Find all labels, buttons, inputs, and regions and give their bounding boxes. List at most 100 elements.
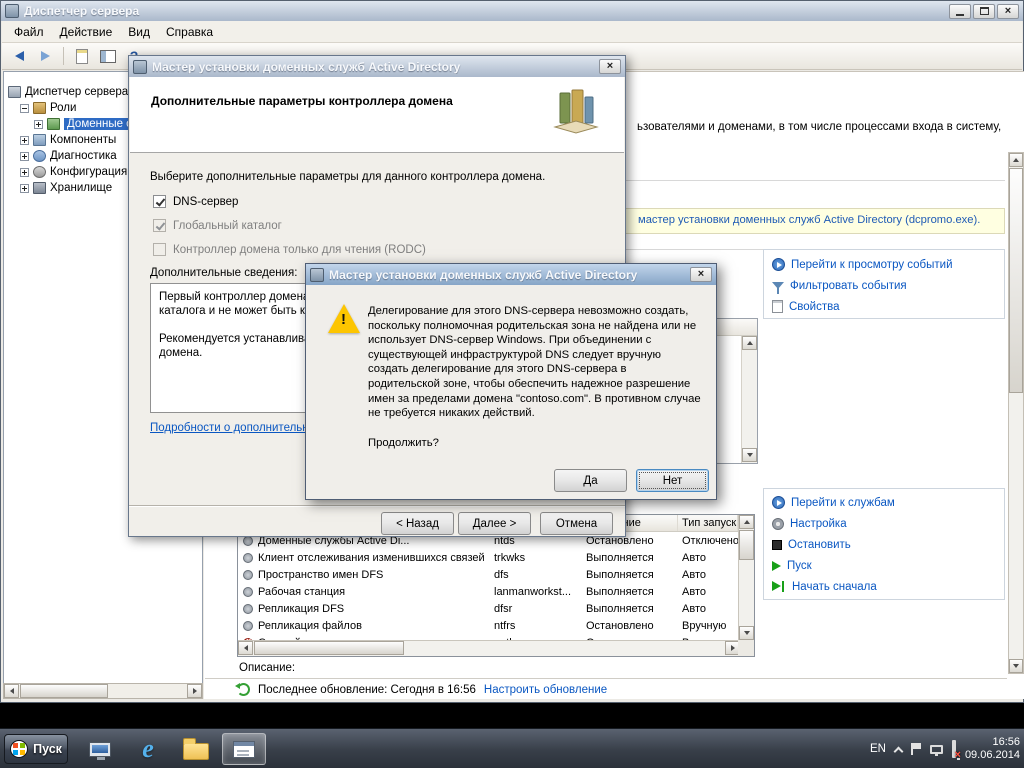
directory-book-icon [550,85,602,140]
scroll-up-button[interactable] [739,515,754,529]
service-id-cell: trkwks [494,551,526,564]
scrollbar-corner [738,640,754,656]
close-button[interactable]: × [997,3,1019,19]
scroll-down-button[interactable] [742,448,757,462]
menu-action[interactable]: Действие [52,23,121,41]
dialog-title: Мастер установки доменных служб Active D… [329,267,638,282]
cell-text: Клиент отслеживания изменившихся связей [258,551,485,564]
dcpromo-link[interactable]: мастер установки доменных служб Active D… [638,214,980,226]
expand-icon[interactable] [20,135,29,145]
expand-icon[interactable] [20,183,29,193]
link-restart-service[interactable]: Начать сначала [764,576,1004,597]
maximize-button[interactable] [973,3,995,19]
expand-icon[interactable] [20,151,29,161]
scrollbar-thumb[interactable] [1009,168,1023,393]
details-vertical-scrollbar[interactable] [1008,152,1024,674]
services-horizontal-scrollbar[interactable] [238,640,740,656]
expand-icon[interactable] [34,119,43,129]
taskbar-internet-explorer-button[interactable] [126,733,170,765]
column-header-startup[interactable]: Тип запуска [678,515,738,531]
forward-icon [40,51,50,61]
checkbox-checked[interactable] [153,195,166,208]
scrollbar-thumb[interactable] [254,641,404,655]
dialog-titlebar[interactable]: Мастер установки доменных служб Active D… [306,264,716,285]
show-hidden-icons-chevron[interactable] [893,746,904,756]
collapse-icon[interactable] [20,103,29,113]
menu-help[interactable]: Справка [158,23,221,41]
console-tree-icon [100,49,116,63]
windows-logo-icon [10,740,29,758]
network-error-icon[interactable]: × [951,740,961,761]
wizard-titlebar[interactable]: Мастер установки доменных служб Active D… [129,56,625,77]
back-button[interactable]: < Назад [381,512,454,535]
menu-file[interactable]: Файл [6,23,52,41]
link-start-service[interactable]: Пуск [764,555,1004,576]
table-row[interactable]: Рабочая станция lanmanworkst... Выполняе… [238,583,738,600]
cell-text: Репликация файлов [258,619,362,632]
dns-server-checkbox-row[interactable]: DNS-сервер [153,195,238,208]
link-stop-service[interactable]: Остановить [764,534,1004,555]
service-icon [243,603,253,614]
scroll-right-button[interactable] [187,684,202,698]
yes-button[interactable]: Да [554,469,627,492]
scroll-up-button[interactable] [1009,153,1023,167]
scroll-left-button[interactable] [4,684,19,698]
scroll-down-button[interactable] [1009,659,1023,673]
back-button[interactable] [8,46,30,66]
configuration-icon [33,166,46,178]
arrow-down-icon [1013,664,1019,668]
start-button[interactable]: Пуск [4,734,68,764]
show-console-tree-button[interactable] [97,46,119,66]
scrollbar-thumb[interactable] [739,530,754,560]
next-button[interactable]: Далее > [458,512,531,535]
action-center-icon[interactable] [910,743,921,755]
configure-refresh-link[interactable]: Настроить обновление [484,684,607,696]
no-button[interactable]: Нет [636,469,709,492]
export-list-button[interactable] [71,46,93,66]
last-refresh-text: Последнее обновление: Сегодня в 16:56 [258,683,476,696]
link-preferences[interactable]: Настройка [764,513,1004,534]
cancel-button[interactable]: Отмена [540,512,613,535]
table-row[interactable]: Клиент отслеживания изменившихся связей … [238,549,738,566]
expand-icon[interactable] [20,167,29,177]
titlebar[interactable]: Диспетчер сервера × [1,1,1023,21]
table-row[interactable]: Репликация файлов ntfrs Остановлено Вруч… [238,617,738,634]
scroll-left-button[interactable] [238,641,253,655]
forward-button[interactable] [34,46,56,66]
scrollbar-thumb[interactable] [20,684,108,698]
service-startup-cell: Авто [682,568,706,581]
message-line: имен за пределами домена "contoso.com". … [368,392,701,405]
wizard-instruction: Выберите дополнительные параметры для да… [150,171,546,183]
services-vertical-scrollbar[interactable] [738,515,754,641]
minimize-button[interactable] [949,3,971,19]
close-button[interactable]: × [690,267,712,282]
menu-view[interactable]: Вид [120,23,158,41]
tree-label: Диспетчер сервера [25,86,129,98]
taskbar-wizard-button-active[interactable] [222,733,266,765]
cell-text: Рабочая станция [258,585,346,598]
service-id-cell: ntfrs [494,619,516,632]
clock[interactable]: 16:56 09.06.2014 [965,736,1020,762]
table-row[interactable]: Репликация DFS dfsr Выполняется Авто [238,600,738,617]
link-go-to-services[interactable]: Перейти к службам [764,492,1004,513]
arrow-up-icon [1013,158,1019,162]
scroll-up-button[interactable] [742,336,757,350]
warning-message: Делегирование для этого DNS-сервера нево… [368,304,701,450]
table-row[interactable]: Пространство имен DFS dfs Выполняется Ав… [238,566,738,583]
network-icon[interactable] [929,744,943,756]
taskbar-explorer-button[interactable] [174,733,218,765]
tree-horizontal-scrollbar[interactable] [3,683,203,699]
arrow-right-icon [192,688,197,694]
events-scrollbar[interactable] [741,336,757,463]
close-button[interactable]: × [599,59,621,74]
link-properties[interactable]: Свойства [764,296,1004,317]
close-icon: × [1004,4,1012,17]
service-id-cell: lanmanworkst... [494,585,572,598]
link-filter-events[interactable]: Фильтровать события [764,275,1004,296]
settings-icon [772,517,784,530]
language-indicator[interactable]: EN [870,743,886,755]
scroll-down-button[interactable] [739,626,754,640]
folder-icon [183,737,209,760]
taskbar-server-manager-button[interactable] [78,733,122,765]
link-go-to-event-viewer[interactable]: Перейти к просмотру событий [764,254,1004,275]
